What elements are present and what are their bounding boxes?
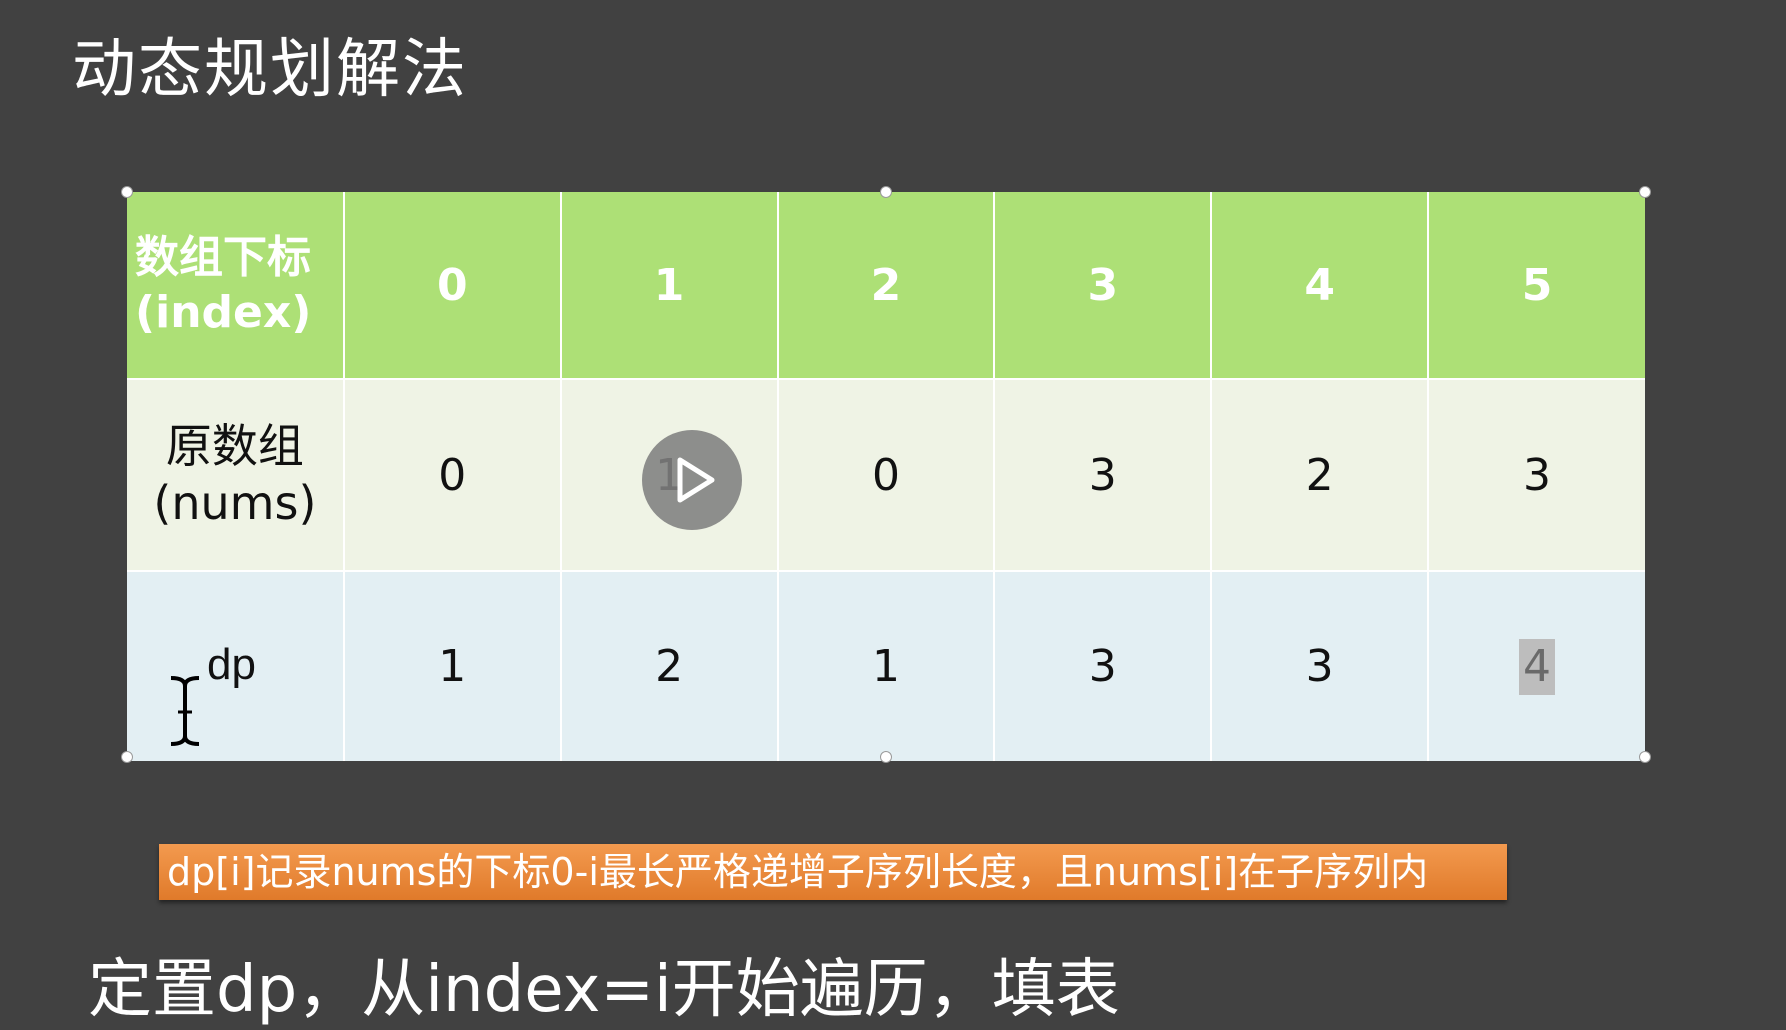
index-header-line-2: (index) — [135, 287, 312, 338]
nums-cell: 2 — [1210, 378, 1430, 572]
selection-handle-top-middle[interactable] — [880, 186, 892, 198]
nums-cell: 0 — [776, 378, 996, 572]
slide-title: 动态规划解法 — [72, 33, 468, 107]
dp-row: 1 2 1 3 3 4 — [127, 570, 1645, 761]
nums-cell: 3 — [993, 378, 1213, 572]
nums-header-line-1: 原数组 — [165, 418, 304, 473]
nums-cell: 0 — [342, 378, 562, 572]
index-row: 数组下标 (index) 0 1 2 3 4 5 — [127, 192, 1645, 380]
dp-cell: 1 — [342, 570, 562, 761]
nums-header-line-2: (nums) — [153, 476, 317, 530]
selection-handle-bottom-middle[interactable] — [880, 751, 892, 763]
nums-row: 原数组 (nums) 0 1 0 3 2 3 — [127, 378, 1645, 572]
dp-row-header-label: dp — [207, 640, 256, 689]
play-icon — [677, 457, 715, 503]
selection-handle-bottom-right[interactable] — [1639, 751, 1651, 763]
dp-cell: 3 — [1210, 570, 1430, 761]
index-header-line-1: 数组下标 — [135, 232, 311, 283]
dp-cell: 3 — [993, 570, 1213, 761]
nums-row-header: 原数组 (nums) — [127, 378, 345, 572]
index-cell: 2 — [776, 192, 996, 380]
dp-cell: 1 — [776, 570, 996, 761]
dp-cell-selected[interactable]: 4 — [1427, 570, 1645, 761]
selection-handle-top-left[interactable] — [121, 186, 133, 198]
play-button[interactable] — [642, 430, 742, 530]
dp-cell: 2 — [559, 570, 779, 761]
dp-table-frame[interactable]: 数组下标 (index) 0 1 2 3 4 5 原数组 (nums) 0 1 … — [127, 192, 1645, 761]
selected-text-highlight[interactable]: 4 — [1519, 638, 1556, 695]
index-cell: 0 — [342, 192, 562, 380]
dp-table[interactable]: 数组下标 (index) 0 1 2 3 4 5 原数组 (nums) 0 1 … — [127, 192, 1645, 761]
text-cursor-icon — [170, 676, 200, 746]
nums-cell: 3 — [1427, 378, 1645, 572]
index-cell: 5 — [1427, 192, 1645, 380]
caption-banner: dp[i]记录nums的下标0-i最长严格递增子序列长度，且nums[i]在子序… — [159, 844, 1507, 900]
index-cell: 3 — [993, 192, 1213, 380]
selection-handle-top-right[interactable] — [1639, 186, 1651, 198]
index-cell: 1 — [559, 192, 779, 380]
index-cell: 4 — [1210, 192, 1430, 380]
selection-handle-bottom-left[interactable] — [121, 751, 133, 763]
bottom-subtitle: 定置dp，从index=i开始遍历，填表 — [88, 953, 1120, 1027]
index-row-header: 数组下标 (index) — [127, 192, 345, 380]
